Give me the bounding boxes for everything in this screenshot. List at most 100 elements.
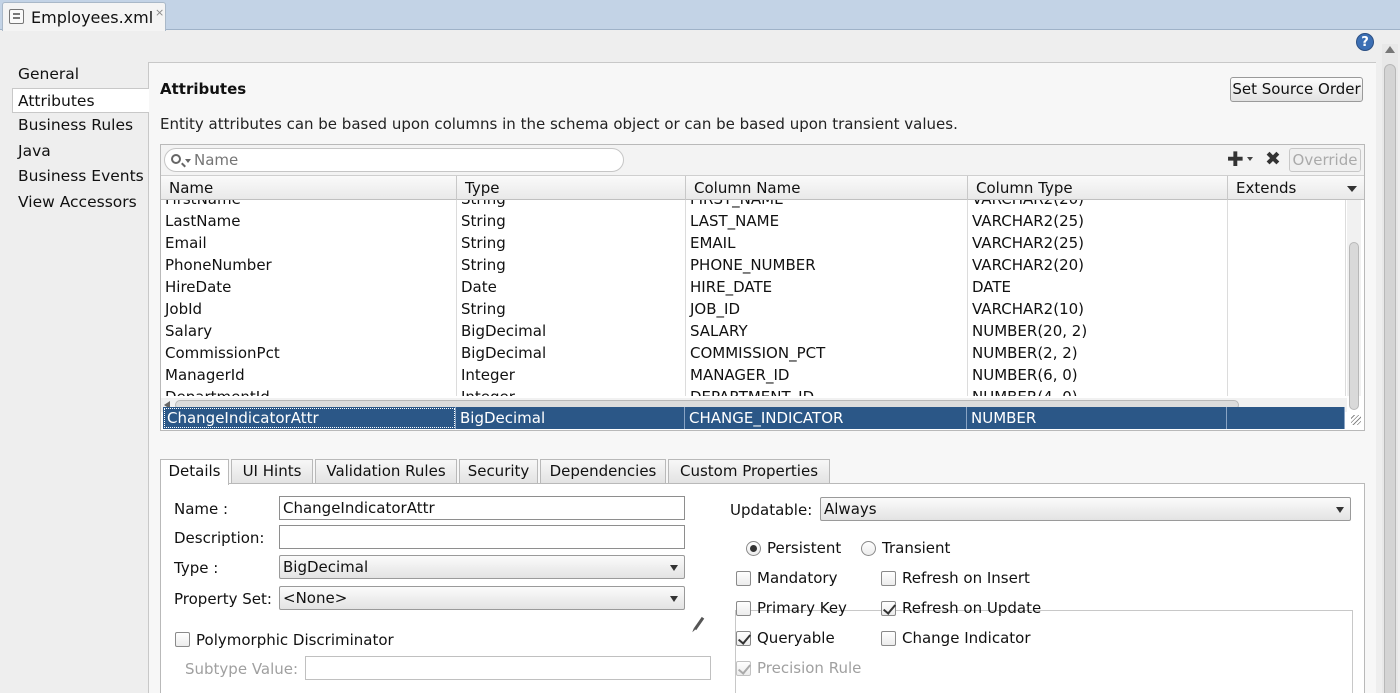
persistence-group (735, 610, 1353, 693)
table-row[interactable]: HireDate Date HIRE_DATE DATE (161, 276, 1346, 298)
description-label: Description: (174, 529, 265, 547)
updatable-label: Updatable: (730, 501, 813, 519)
persistent-label: Persistent (767, 539, 846, 557)
nav-item-java[interactable]: Java (0, 139, 148, 165)
cell-name: CommissionPct (161, 342, 457, 364)
cell-column-name: COMMISSION_PCT (686, 342, 968, 364)
polymorphic-discriminator-label: Polymorphic Discriminator (196, 631, 394, 649)
subtype-value-label: Subtype Value: (185, 660, 299, 678)
table-row[interactable]: JobId String JOB_ID VARCHAR2(10) (161, 298, 1346, 320)
search-box[interactable] (164, 148, 624, 172)
edit-pencil-icon[interactable] (693, 616, 705, 631)
nav-item-attributes[interactable]: Attributes (12, 87, 149, 113)
column-header-column-type[interactable]: Column Type (968, 176, 1228, 200)
table-row[interactable]: Email String EMAIL VARCHAR2(25) (161, 232, 1346, 254)
column-header-type[interactable]: Type (457, 176, 686, 200)
editor-tab-employees[interactable]: Employees.xml × (2, 2, 166, 31)
change-indicator-label: Change Indicator (902, 629, 1031, 647)
description-field[interactable] (279, 525, 685, 549)
help-icon[interactable]: ? (1356, 33, 1374, 51)
search-options-chevron-icon[interactable] (185, 159, 191, 163)
set-source-order-button[interactable]: Set Source Order (1230, 77, 1363, 102)
nav-item-view-accessors[interactable]: View Accessors (0, 190, 148, 216)
tab-security[interactable]: Security (459, 459, 538, 484)
column-header-name[interactable]: Name (161, 176, 457, 200)
name-label: Name : (174, 500, 229, 518)
cell-name: Salary (161, 320, 457, 342)
mandatory-label: Mandatory (757, 569, 838, 587)
tab-ui-hints[interactable]: UI Hints (231, 459, 313, 484)
add-options-chevron-icon[interactable] (1247, 157, 1253, 161)
type-select[interactable]: BigDecimal (279, 555, 685, 579)
chevron-down-icon (1336, 507, 1344, 513)
attributes-table-body: FirstName String FIRST_NAME VARCHAR2(20)… (161, 200, 1346, 396)
refresh-on-insert-checkbox[interactable] (881, 571, 896, 586)
column-header-column-name[interactable]: Column Name (686, 176, 968, 200)
refresh-on-insert-label: Refresh on Insert (902, 569, 1030, 587)
editor-vertical-scrollbar[interactable] (1382, 44, 1398, 693)
table-row[interactable]: Salary BigDecimal SALARY NUMBER(20, 2) (161, 320, 1346, 342)
close-tab-icon[interactable]: × (155, 6, 164, 19)
cell-column-type: DATE (968, 276, 1228, 298)
table-vertical-scrollbar[interactable] (1347, 200, 1361, 410)
chevron-down-icon (670, 565, 678, 571)
nav-item-business-events[interactable]: Business Events (0, 164, 148, 190)
cell-extends (1228, 210, 1346, 232)
precision-rule-checkbox[interactable] (736, 661, 751, 676)
cell-name: ChangeIndicatorAttr (163, 407, 456, 429)
table-row[interactable]: LastName String LAST_NAME VARCHAR2(25) (161, 210, 1346, 232)
cell-column-type: VARCHAR2(10) (968, 298, 1228, 320)
cell-type: BigDecimal (456, 407, 685, 429)
cell-name: HireDate (161, 276, 457, 298)
cell-extends (1228, 232, 1346, 254)
cell-type: Integer (457, 364, 686, 386)
add-attribute-icon[interactable]: ✚ (1227, 149, 1244, 169)
nav-item-business-rules[interactable]: Business Rules (0, 113, 148, 139)
tab-details[interactable]: Details (160, 459, 229, 485)
cell-column-name: CHANGE_INDICATOR (685, 407, 967, 429)
table-row[interactable]: FirstName String FIRST_NAME VARCHAR2(20) (161, 200, 1346, 210)
column-menu-chevron-icon[interactable] (1347, 186, 1357, 192)
scrollbar-thumb[interactable] (1384, 64, 1396, 693)
queryable-checkbox[interactable] (736, 631, 751, 646)
scroll-up-arrow-icon[interactable] (1385, 46, 1395, 53)
table-row[interactable]: ManagerId Integer MANAGER_ID NUMBER(6, 0… (161, 364, 1346, 386)
tab-validation-rules[interactable]: Validation Rules (315, 459, 457, 484)
primary-key-checkbox[interactable] (736, 601, 751, 616)
mandatory-checkbox[interactable] (736, 571, 751, 586)
attributes-table-panel: ✚ ✖ Override Name Type Column Name Colum… (160, 144, 1365, 431)
transient-label: Transient (882, 539, 957, 557)
nav-item-general[interactable]: General (0, 62, 148, 88)
override-button[interactable]: Override (1289, 148, 1361, 172)
table-row[interactable]: PhoneNumber String PHONE_NUMBER VARCHAR2… (161, 254, 1346, 276)
search-icon[interactable] (171, 154, 181, 164)
tab-dependencies[interactable]: Dependencies (540, 459, 666, 484)
table-scroll-thumb[interactable] (1349, 242, 1359, 410)
table-row[interactable]: DepartmentId Integer DEPARTMENT_ID NUMBE… (161, 386, 1346, 396)
transient-radio[interactable] (861, 541, 876, 556)
table-row[interactable]: CommissionPct BigDecimal COMMISSION_PCT … (161, 342, 1346, 364)
property-set-select[interactable]: <None> (279, 586, 685, 610)
change-indicator-checkbox[interactable] (881, 631, 896, 646)
tab-custom-properties[interactable]: Custom Properties (668, 459, 830, 484)
cell-column-type: NUMBER(4, 0) (968, 386, 1228, 396)
chevron-down-icon (670, 596, 678, 602)
polymorphic-discriminator-checkbox[interactable] (175, 632, 190, 647)
cell-column-type: NUMBER (967, 407, 1227, 429)
persistent-radio[interactable] (746, 541, 761, 556)
search-input[interactable] (194, 150, 614, 170)
cell-extends (1228, 254, 1346, 276)
resize-grip-icon[interactable] (1351, 415, 1361, 425)
refresh-on-update-checkbox[interactable] (881, 601, 896, 616)
cell-type: Date (457, 276, 686, 298)
table-row-selected[interactable]: ChangeIndicatorAttr BigDecimal CHANGE_IN… (163, 407, 1345, 429)
delete-attribute-icon[interactable]: ✖ (1265, 149, 1281, 169)
updatable-select[interactable]: Always (820, 497, 1351, 521)
subtype-value-field[interactable] (305, 656, 711, 680)
details-panel: Name : ChangeIndicatorAttr Description: … (160, 483, 1365, 693)
cell-column-name: PHONE_NUMBER (686, 254, 968, 276)
cell-name: LastName (161, 210, 457, 232)
name-field[interactable]: ChangeIndicatorAttr (279, 496, 685, 520)
column-header-extends[interactable]: Extends (1228, 176, 1346, 200)
cell-type: String (457, 200, 686, 210)
